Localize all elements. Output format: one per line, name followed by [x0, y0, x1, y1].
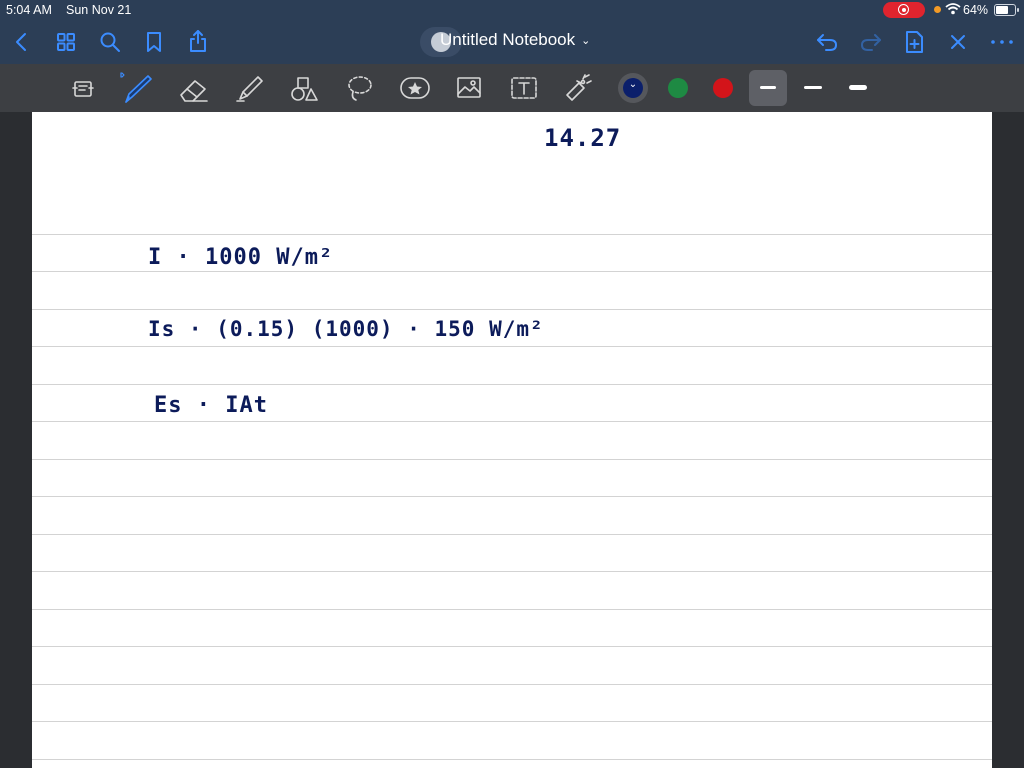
notebook-title-menu[interactable]: Untitled Notebook ⌄	[425, 30, 590, 50]
notebook-page[interactable]: 14.27 I · 1000 W/m² Is · (0.15) (1000) ·…	[32, 112, 992, 768]
ruled-line	[32, 271, 992, 272]
status-date: Sun Nov 21	[66, 3, 132, 17]
screen-recording-indicator[interactable]	[883, 2, 925, 18]
close-icon[interactable]	[946, 30, 970, 54]
status-bar: 5:04 AM Sun Nov 21 64%	[0, 0, 1024, 20]
elements-icon[interactable]	[398, 74, 432, 102]
eraser-icon[interactable]	[176, 74, 212, 104]
ruled-line	[32, 609, 992, 610]
color-red-swatch[interactable]	[713, 78, 733, 98]
problem-number: 14.27	[544, 124, 622, 152]
record-icon	[898, 4, 909, 15]
add-page-icon[interactable]	[902, 29, 926, 55]
text-icon[interactable]	[508, 74, 540, 102]
back-icon[interactable]	[8, 30, 34, 54]
wifi-icon	[945, 3, 961, 18]
bookmark-icon[interactable]	[143, 30, 165, 54]
color-green-swatch[interactable]	[668, 78, 688, 98]
stroke-small-icon	[760, 86, 776, 89]
shapes-icon[interactable]	[288, 74, 320, 104]
ruled-line	[32, 346, 992, 347]
battery-percent: 64%	[963, 3, 989, 17]
ruled-line	[32, 384, 992, 385]
handwriting-line-3: Es · IAt	[154, 393, 268, 418]
handwriting-line-1: I · 1000 W/m²	[148, 245, 334, 270]
undo-icon[interactable]	[814, 30, 840, 54]
lasso-icon[interactable]	[344, 72, 374, 104]
more-icon[interactable]	[988, 32, 1016, 52]
ruled-line	[32, 421, 992, 422]
battery-fill	[996, 6, 1008, 14]
ruled-line	[32, 459, 992, 460]
stroke-size-medium-button[interactable]	[804, 86, 822, 89]
chevron-down-icon: ⌄	[628, 79, 638, 90]
ruled-line	[32, 309, 992, 310]
ruled-line	[32, 234, 992, 235]
share-icon[interactable]	[186, 28, 210, 54]
mic-indicator-dot	[934, 6, 941, 13]
notebook-title[interactable]: Untitled Notebook	[425, 30, 575, 50]
color-navy-swatch[interactable]: ⌄	[623, 78, 643, 98]
chevron-down-icon[interactable]: ⌄	[581, 34, 590, 47]
laser-pointer-icon[interactable]	[560, 70, 596, 106]
stroke-size-small-button[interactable]	[749, 70, 787, 106]
battery-icon	[994, 4, 1019, 16]
status-time: 5:04 AM	[6, 3, 52, 17]
drawing-toolbar: ⌄	[0, 64, 1024, 112]
thumbnails-icon[interactable]	[54, 30, 78, 54]
ruled-line	[32, 684, 992, 685]
ruled-line	[32, 496, 992, 497]
ruled-line	[32, 759, 992, 760]
pen-icon[interactable]	[114, 70, 154, 106]
ruled-line	[32, 571, 992, 572]
image-icon[interactable]	[454, 74, 484, 102]
ruled-line	[32, 534, 992, 535]
ruled-line	[32, 721, 992, 722]
search-icon[interactable]	[98, 30, 122, 54]
redo-icon[interactable]	[858, 30, 884, 54]
ruled-line	[32, 646, 992, 647]
handwriting-line-2: Is · (0.15) (1000) · 150 W/m²	[148, 317, 544, 341]
read-only-icon[interactable]	[70, 76, 96, 102]
highlighter-icon[interactable]	[233, 72, 267, 104]
navigation-bar: Untitled Notebook ⌄	[0, 20, 1024, 64]
stroke-size-large-button[interactable]	[849, 85, 867, 90]
